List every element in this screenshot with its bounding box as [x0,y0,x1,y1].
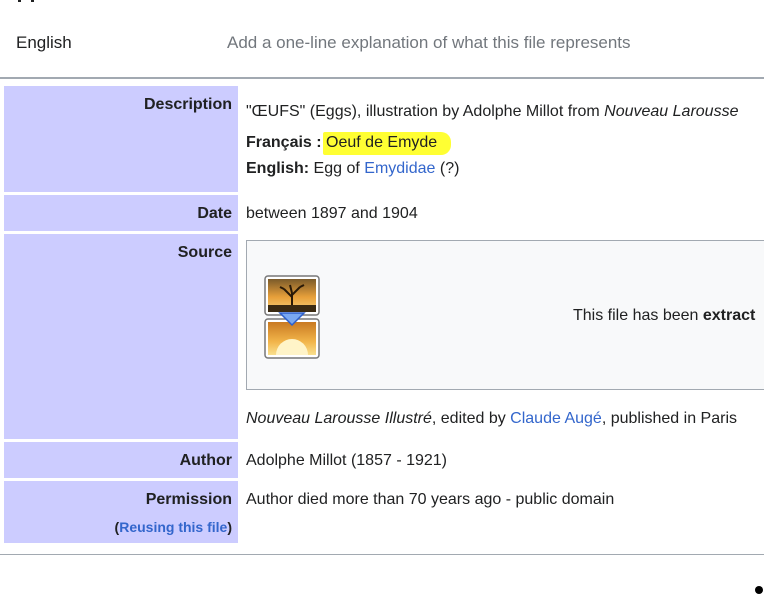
reusing-this-file-link[interactable]: Reusing this file [119,519,227,535]
caption-row: English Add a one-line explanation of wh… [0,0,764,79]
source-work-title: Nouveau Larousse Illustré [246,410,432,427]
author-label: Author [4,442,238,478]
caption-language[interactable]: English [16,33,72,53]
date-value: between 1897 and 1904 [246,205,418,222]
source-pub-mid: , edited by [431,410,511,427]
description-label: Description [4,86,238,192]
row-permission: Permission (Reusing this file) Author di… [4,481,764,543]
extracted-image-icon [264,275,320,359]
date-label: Date [4,195,238,231]
extracted-notice-box: This file has been extract [246,240,764,390]
claude-auge-link[interactable]: Claude Augé [510,410,602,427]
source-value: This file has been extract Nouveau Larou… [246,234,764,428]
en-post: (?) [435,160,460,177]
table-bottom-border [0,554,764,555]
row-source: Source This file has been extract Nouvea… [4,234,764,439]
row-description: Description "ŒUFS" (Eggs), illustration … [4,86,764,192]
description-line: "ŒUFS" (Eggs), illustration by Adolphe M… [246,103,764,121]
en-pre: Egg of [309,160,365,177]
source-publication: Nouveau Larousse Illustré, edited by Cla… [246,410,764,428]
permission-label: Permission [145,491,232,508]
source-label: Source [4,234,238,439]
bullet-dot [755,586,763,594]
fr-label: Français [246,134,312,151]
description-fr: Français : Oeuf de Emyde [246,132,764,155]
emydidae-link[interactable]: Emydidae [364,160,435,177]
row-author: Author Adolphe Millot (1857 - 1921) [4,442,764,478]
description-text: "ŒUFS" (Eggs), illustration by Adolphe M… [246,103,605,120]
description-value: "ŒUFS" (Eggs), illustration by Adolphe M… [246,86,764,178]
reuse-note: (Reusing this file) [115,519,232,535]
en-label: English: [246,160,310,177]
extracted-notice-text: This file has been extract [573,307,755,325]
extracted-notice-pre: This file has been [573,307,703,324]
file-info-table: Description "ŒUFS" (Eggs), illustration … [4,86,764,543]
permission-label-cell: Permission (Reusing this file) [4,481,238,543]
description-work-title: Nouveau Larousse [604,103,739,120]
author-value: Adolphe Millot (1857 - 1921) [246,452,448,469]
caption-input[interactable]: Add a one-line explanation of what this … [227,33,631,53]
reuse-close: ) [227,519,232,535]
fr-value-highlighted: Oeuf de Emyde [323,132,452,155]
description-en: English: Egg of Emydidae (?) [246,160,764,178]
extracted-notice-bold: extract [702,307,756,324]
permission-value: Author died more than 70 years ago - pub… [246,491,615,508]
source-pub-post: , published in Paris [601,410,737,427]
row-date: Date between 1897 and 1904 [4,195,764,231]
